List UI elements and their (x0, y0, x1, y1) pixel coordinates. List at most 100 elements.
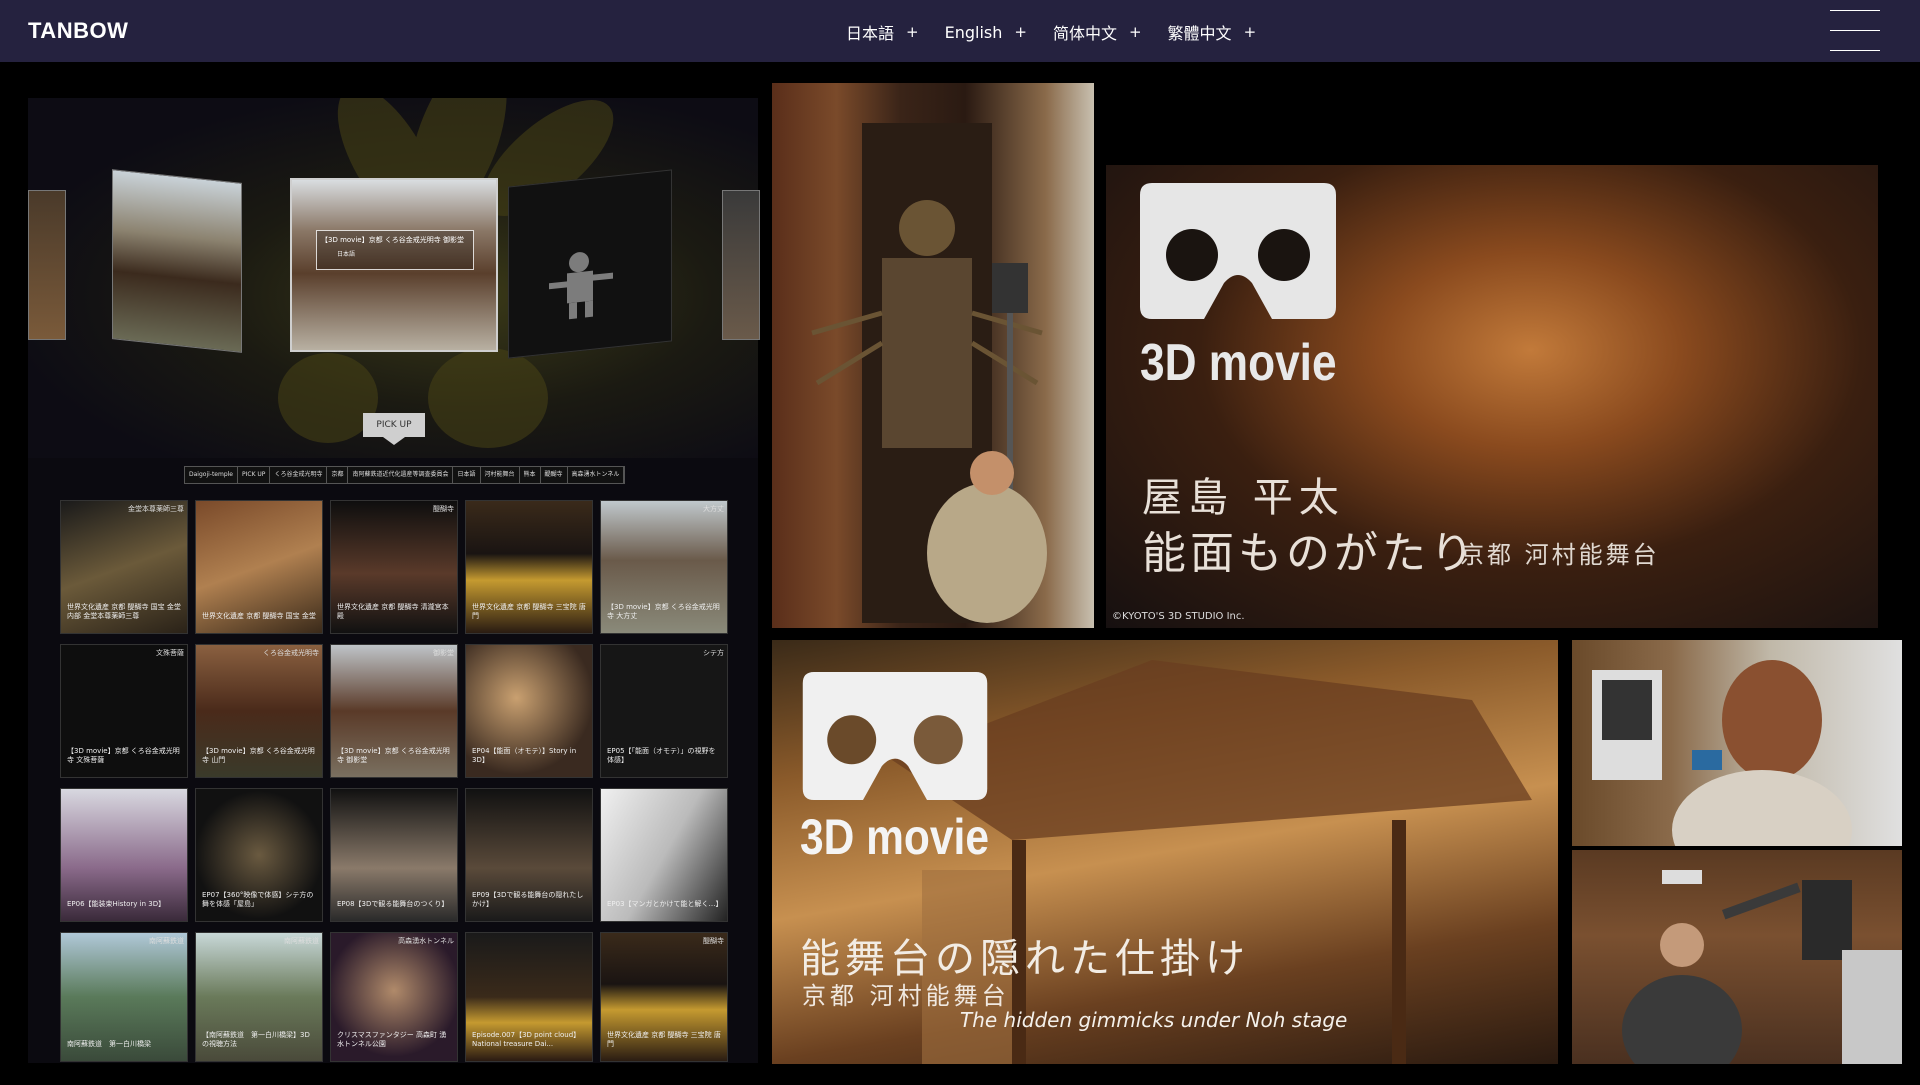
plus-icon: + (1014, 23, 1027, 41)
thumb-tag: 金堂本尊薬師三尊 (128, 505, 184, 513)
thumbnail-card[interactable]: Episode.007【3D point cloud】National trea… (465, 932, 593, 1062)
plus-icon: + (1243, 23, 1257, 41)
thumbnail-card[interactable]: 文殊菩薩 【3D movie】京都 くろ谷金戒光明寺 文殊菩薩 (60, 644, 188, 778)
thumb-title: 世界文化遺産 京都 醍醐寺 清瀧宮本殿 (337, 603, 449, 620)
lang-simplified-chinese[interactable]: 简体中文 + (1053, 20, 1142, 44)
thumb-title: 世界文化遺産 京都 醍醐寺 三宝院 唐門 (472, 603, 586, 620)
copyright-text: ©KYOTO'S 3D STUDIO Inc. (1112, 611, 1245, 622)
category-tag[interactable]: くろ谷金戒光明寺 (270, 467, 328, 483)
thumb-title: クリスマスファンタジー 高森町 湧水トンネル公園 (337, 1031, 447, 1048)
pickup-carousel: 【3D movie】京都 くろ谷金戒光明寺 御影堂 日本語 PICK UP (28, 98, 760, 458)
top-navbar: TANBOW 日本語 + English + 简体中文 + 繁體中文 + (0, 0, 1920, 62)
thumb-title: 世界文化遺産 京都 醍醐寺 三宝院 唐門 (607, 1031, 721, 1048)
thumbnail-card[interactable]: 醍醐寺 世界文化遺産 京都 醍醐寺 清瀧宮本殿 (330, 500, 458, 634)
category-tag[interactable]: Daigoji-temple (185, 467, 238, 483)
visitor-smartphone-photo[interactable] (1572, 640, 1902, 846)
carousel-card-edge-right[interactable] (722, 190, 760, 340)
thumbnail-card[interactable]: EP09【3Dで観る能舞台の隠れたしかけ】 (465, 788, 593, 922)
carousel-card-statue[interactable] (508, 169, 672, 359)
banner-english-subtitle: The hidden gimmicks under Noh stage (960, 1008, 1348, 1032)
thumbnail-card[interactable]: シテ方 EP05【「能面（オモテ）」の視野を体感】 (600, 644, 728, 778)
pickup-button[interactable]: PICK UP (363, 413, 425, 445)
vr-3d-movie-label: 3D movie (800, 809, 989, 865)
carousel-card-temple[interactable] (112, 169, 242, 353)
thumb-title: EP06【能装束History in 3D】 (67, 900, 166, 908)
noh-stage-3d-movie-banner[interactable]: 3D movie 能舞台の隠れた仕掛け 京都 河村能舞台 The hidden … (772, 640, 1558, 1064)
category-tag[interactable]: 京都 (327, 467, 349, 483)
featured-tag: 日本語 (337, 251, 356, 258)
thumb-tag: 高森湧水トンネル (398, 937, 454, 945)
lang-label: 简体中文 (1052, 24, 1117, 43)
category-tag[interactable]: 南阿蘇鉄道近代化遺産等調査委員会 (348, 467, 454, 483)
thumb-tag: 南阿蘇鉄道 (284, 937, 319, 945)
category-tag[interactable]: 河村能舞台 (481, 467, 520, 483)
thumbnail-card[interactable]: くろ谷金戒光明寺【3D movie】京都 くろ谷金戒光明寺 山門 (195, 644, 323, 778)
thumbnail-card[interactable]: 世界文化遺産 京都 醍醐寺 三宝院 唐門 (465, 500, 593, 634)
carousel-card-edge-left[interactable] (28, 190, 66, 340)
thumbnail-card[interactable]: 金堂本尊薬師三尊 世界文化遺産 京都 醍醐寺 国宝 金堂内部 金堂本尊薬師三尊 (60, 500, 188, 634)
plus-icon: + (1128, 23, 1142, 41)
thumbnail-card[interactable]: 南阿蘇鉄道【南阿蘇鉄道 第一白川橋梁】3Dの視聴方法 (195, 932, 323, 1062)
vr-goggles-icon (1140, 183, 1336, 319)
category-tag[interactable]: 熊本 (520, 467, 541, 483)
statue-figure (549, 252, 613, 320)
lang-label: 繁體中文 (1167, 24, 1232, 43)
thumb-title: 世界文化遺産 京都 醍醐寺 国宝 金堂 (202, 612, 316, 620)
thumb-tag: 南阿蘇鉄道 (149, 937, 184, 945)
thumb-title: EP05【「能面（オモテ）」の視野を体感】 (607, 747, 716, 764)
plus-icon: + (906, 23, 919, 41)
thumb-title: 【3D movie】京都 くろ谷金戒光明寺 大方丈 (607, 603, 720, 620)
visitor-camera-photo[interactable] (1572, 850, 1902, 1064)
buddha-statue-photo[interactable] (772, 83, 1094, 628)
statue-silhouette (811, 123, 1047, 623)
thumbnail-card[interactable]: 南阿蘇鉄道 南阿蘇鉄道 第一白川橋梁 (60, 932, 188, 1062)
thumbnail-card[interactable]: 御影堂【3D movie】京都 くろ谷金戒光明寺 御影堂 (330, 644, 458, 778)
category-tag-bar: Daigoji-temple PICK UP くろ谷金戒光明寺 京都 南阿蘇鉄道… (184, 466, 626, 484)
gallery-panel-image[interactable]: 【3D movie】京都 くろ谷金戒光明寺 御影堂 日本語 PICK UP Da… (28, 98, 760, 1063)
thumbnail-card[interactable]: EP08【3Dで観る能舞台のつくり】 (330, 788, 458, 922)
banner-title-line1: 屋島 平太 (1142, 475, 1345, 521)
thumb-title: EP03【マンガとかけて能と解く…】 (607, 900, 723, 908)
thumb-title: EP07【360°映像で体感】シテ方の舞を体感「屋島」 (202, 891, 314, 908)
thumbnail-card[interactable]: EP04【能面（オモテ）】Story in 3D】 (465, 644, 593, 778)
banner-subtitle: 京都 河村能舞台 (1460, 541, 1660, 569)
thumb-title: 【3D movie】京都 くろ谷金戒光明寺 山門 (202, 747, 315, 764)
thumb-tag: 大方丈 (703, 505, 724, 513)
featured-caption: 【3D movie】京都 くろ谷金戒光明寺 御影堂 (321, 236, 465, 244)
noh-mask-3d-movie-banner[interactable]: 3D movie 屋島 平太 能面ものがたり 京都 河村能舞台 ©KYOTO'S… (1106, 165, 1878, 628)
thumbnail-card[interactable]: EP07【360°映像で体感】シテ方の舞を体感「屋島」 (195, 788, 323, 922)
thumbnail-card[interactable]: 醍醐寺 世界文化遺産 京都 醍醐寺 三宝院 唐門 (600, 932, 728, 1062)
thumbnail-card[interactable]: 大方丈【3D movie】京都 くろ谷金戒光明寺 大方丈 (600, 500, 728, 634)
category-tag[interactable]: 日本語 (453, 467, 481, 483)
lang-traditional-chinese[interactable]: 繁體中文 + (1168, 20, 1257, 44)
carousel-card-featured[interactable]: 【3D movie】京都 くろ谷金戒光明寺 御影堂 日本語 (290, 178, 498, 352)
thumb-title: EP04【能面（オモテ）】Story in 3D】 (472, 747, 577, 764)
category-tag[interactable]: 醍醐寺 (541, 467, 568, 483)
lang-label: English (944, 22, 1003, 42)
banner-title-line2: 能面ものがたり (1142, 528, 1478, 579)
thumb-title: Episode.007【3D point cloud】National trea… (472, 1031, 581, 1048)
banner-subtitle: 京都 河村能舞台 (802, 982, 1010, 1010)
thumbnail-card[interactable]: EP06【能装束History in 3D】 (60, 788, 188, 922)
category-tag[interactable]: PICK UP (238, 467, 271, 483)
category-tag[interactable]: 高森湧水トンネル (568, 467, 625, 483)
language-menu: 日本語 + English + 简体中文 + 繁體中文 + (846, 20, 1282, 44)
lang-english[interactable]: English + (945, 20, 1027, 44)
vr-3d-movie-label: 3D movie (1140, 334, 1337, 392)
visitor-figure (1592, 660, 1852, 846)
site-logo[interactable]: TANBOW (28, 18, 128, 44)
thumbnail-card[interactable]: 高森湧水トンネルクリスマスファンタジー 高森町 湧水トンネル公園 (330, 932, 458, 1062)
hamburger-menu-icon[interactable] (1830, 8, 1880, 52)
thumb-title: EP09【3Dで観る能舞台の隠れたしかけ】 (472, 891, 584, 908)
thumbnail-card[interactable]: 世界文化遺産 京都 醍醐寺 国宝 金堂 (195, 500, 323, 634)
thumb-title: 【3D movie】京都 くろ谷金戒光明寺 御影堂 (337, 747, 450, 764)
vr-goggles-icon (800, 672, 990, 800)
photographer-figure (1622, 870, 1902, 1064)
thumb-tag: くろ谷金戒光明寺 (263, 649, 319, 657)
thumb-tag: 文殊菩薩 (156, 649, 184, 657)
thumbnail-card[interactable]: EP03【マンガとかけて能と解く…】 (600, 788, 728, 922)
thumb-title: 【南阿蘇鉄道 第一白川橋梁】3Dの視聴方法 (202, 1031, 310, 1048)
lang-japanese[interactable]: 日本語 + (846, 20, 919, 44)
thumb-tag: 御影堂 (433, 649, 454, 657)
lang-label: 日本語 (846, 24, 895, 43)
